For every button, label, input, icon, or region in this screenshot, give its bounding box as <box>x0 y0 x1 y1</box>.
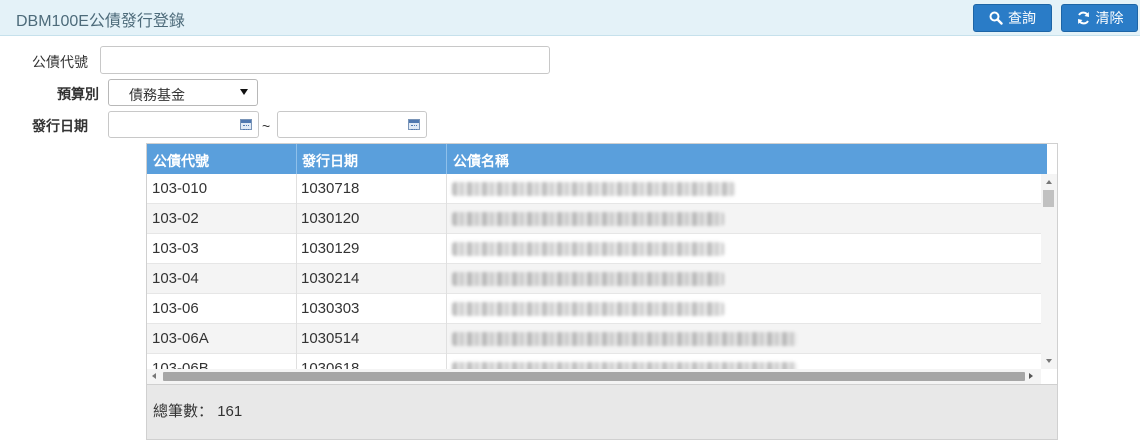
grid-body: 103-010 1030718 103-02 1030120 103-03 10… <box>147 174 1041 369</box>
column-header-bond-code[interactable]: 公債代號 <box>153 151 209 171</box>
scroll-left-icon[interactable] <box>152 373 156 379</box>
cell-bond-code: 103-06A <box>152 330 209 347</box>
cell-bond-code: 103-06 <box>152 300 199 317</box>
table-row[interactable]: 103-06B 1030618 <box>147 354 1041 369</box>
cell-bond-code: 103-02 <box>152 210 199 227</box>
cell-bond-name-redacted <box>452 272 724 286</box>
horizontal-scroll-thumb[interactable] <box>163 372 1025 381</box>
calendar-icon[interactable] <box>240 119 252 130</box>
budget-select-value: 債務基金 <box>129 87 185 103</box>
column-header-issue-date[interactable]: 發行日期 <box>302 151 358 171</box>
vertical-scrollbar[interactable] <box>1041 174 1057 369</box>
grid-header: 公債代號 發行日期 公債名稱 <box>147 144 1047 174</box>
table-row[interactable]: 103-04 1030214 <box>147 264 1041 294</box>
cell-bond-code: 103-04 <box>152 270 199 287</box>
search-icon <box>989 11 1003 25</box>
refresh-icon <box>1076 11 1091 25</box>
table-row[interactable]: 103-010 1030718 <box>147 174 1041 204</box>
cell-issue-date: 1030214 <box>301 270 360 287</box>
calendar-icon[interactable] <box>408 119 420 130</box>
horizontal-scrollbar[interactable] <box>147 369 1041 384</box>
budget-label: 預算別 <box>57 86 99 102</box>
clear-button-label: 清除 <box>1095 10 1124 26</box>
issue-date-label: 發行日期 <box>32 118 88 134</box>
grid-footer: 總筆數： 161 <box>147 384 1057 439</box>
table-row[interactable]: 103-06A 1030514 <box>147 324 1041 354</box>
date-to-input[interactable] <box>277 111 427 138</box>
date-range-separator: ~ <box>262 118 271 134</box>
scroll-right-icon[interactable] <box>1029 373 1033 379</box>
cell-issue-date: 1030129 <box>301 240 360 257</box>
cell-bond-code: 103-010 <box>152 180 208 197</box>
cell-bond-name-redacted <box>452 302 724 316</box>
bond-grid: 公債代號 發行日期 公債名稱 103-010 1030718 103-02 10… <box>146 143 1058 440</box>
query-button[interactable]: 查詢 <box>973 4 1052 32</box>
table-row[interactable]: 103-02 1030120 <box>147 204 1041 234</box>
table-row[interactable]: 103-06 1030303 <box>147 294 1041 324</box>
bond-code-input[interactable] <box>100 46 550 74</box>
budget-select[interactable]: 債務基金 <box>108 79 258 106</box>
cell-bond-code: 103-03 <box>152 240 199 257</box>
date-from-input[interactable] <box>108 111 259 138</box>
column-header-bond-name[interactable]: 公債名稱 <box>453 151 509 171</box>
cell-bond-name-redacted <box>452 332 797 346</box>
cell-bond-name-redacted <box>452 212 724 226</box>
cell-bond-name-redacted <box>452 182 735 196</box>
query-button-label: 查詢 <box>1008 10 1036 26</box>
scroll-up-icon[interactable] <box>1046 180 1052 184</box>
clear-button[interactable]: 清除 <box>1061 4 1138 32</box>
bond-code-label: 公債代號 <box>32 54 88 70</box>
total-count: 總筆數： 161 <box>153 403 243 420</box>
caret-down-icon <box>240 89 248 95</box>
cell-issue-date: 1030618 <box>301 360 360 369</box>
cell-bond-name-redacted <box>452 362 797 369</box>
cell-issue-date: 1030303 <box>301 300 360 317</box>
cell-bond-code: 103-06B <box>152 360 209 369</box>
scroll-down-icon[interactable] <box>1046 359 1052 363</box>
table-row[interactable]: 103-03 1030129 <box>147 234 1041 264</box>
title-bar: DBM100E公債發行登錄 查詢 清除 <box>0 0 1140 36</box>
cell-issue-date: 1030514 <box>301 330 360 347</box>
cell-issue-date: 1030718 <box>301 180 360 197</box>
page-title: DBM100E公債發行登錄 <box>16 13 185 30</box>
cell-issue-date: 1030120 <box>301 210 360 227</box>
cell-bond-name-redacted <box>452 242 724 256</box>
vertical-scroll-thumb[interactable] <box>1043 190 1054 207</box>
